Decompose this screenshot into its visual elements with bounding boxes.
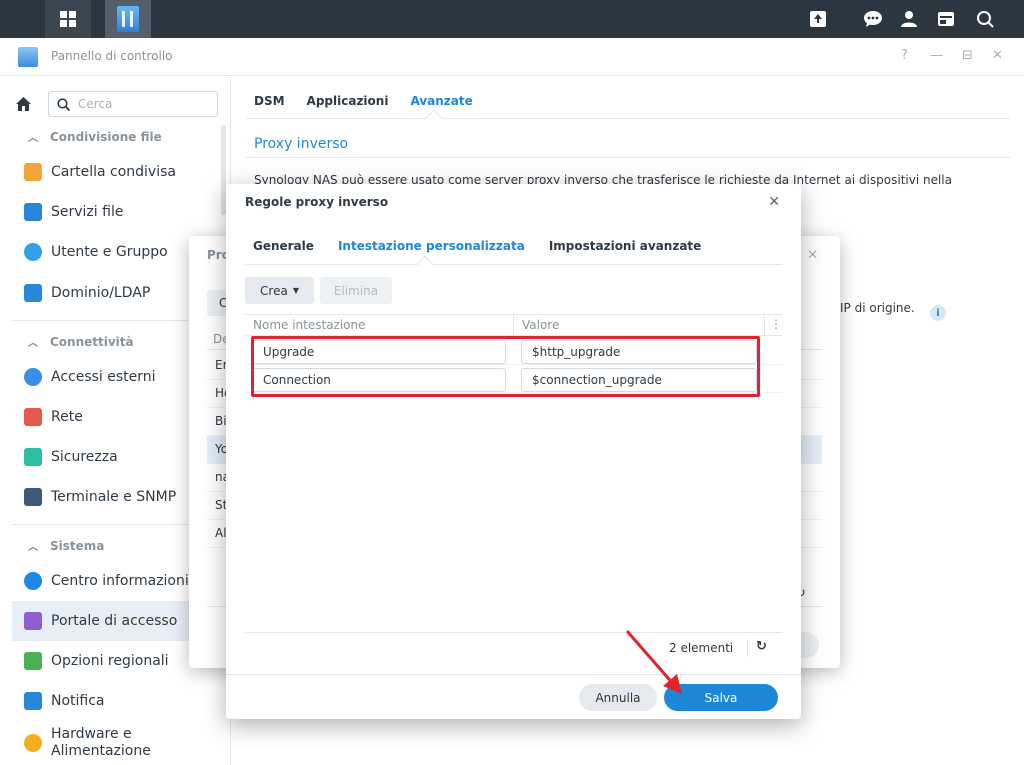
- section-condivisione-file[interactable]: ︿ Condivisione file: [28, 129, 162, 145]
- regional-options-icon: [24, 652, 42, 670]
- search-placeholder: Cerca: [78, 97, 113, 111]
- sidebar-item-rete[interactable]: Rete: [12, 397, 218, 437]
- tabs-divider: [245, 264, 782, 265]
- domain-icon: [24, 284, 42, 302]
- section-connettivita[interactable]: ︿ Connettività: [28, 334, 134, 350]
- tab-avanzate[interactable]: Avanzate: [410, 94, 472, 108]
- help-button[interactable]: ?: [901, 48, 908, 63]
- tabs-divider: [246, 118, 1010, 119]
- sidebar-divider: [12, 320, 218, 321]
- minimize-button[interactable]: —: [930, 48, 943, 63]
- close-icon[interactable]: ✕: [807, 248, 818, 263]
- sidebar-item-portale-accesso[interactable]: Portale di accesso: [12, 601, 218, 641]
- tab-impostazioni-avanzate[interactable]: Impostazioni avanzate: [549, 239, 701, 253]
- tab-dsm[interactable]: DSM: [254, 94, 285, 108]
- create-label: Crea: [260, 283, 288, 298]
- chat-button[interactable]: [856, 0, 890, 38]
- main-tabs: DSM Applicazioni Avanzate: [254, 94, 473, 108]
- sidebar-item-sicurezza[interactable]: Sicurezza: [12, 437, 218, 477]
- file-services-icon: [24, 203, 42, 221]
- widgets-icon: [938, 12, 954, 26]
- highlight-annotation-box: [251, 336, 760, 397]
- sidebar-item-notifica[interactable]: Notifica: [12, 681, 218, 721]
- restore-button[interactable]: ⊟: [962, 48, 973, 63]
- sidebar-item-terminale-snmp[interactable]: Terminale e SNMP: [12, 477, 218, 517]
- window-header: Pannello di controllo ? — ⊟ ✕: [0, 38, 1024, 76]
- column-header-value[interactable]: Valore: [522, 318, 559, 332]
- search-input[interactable]: Cerca: [48, 91, 218, 117]
- close-window-button[interactable]: ✕: [992, 48, 1003, 63]
- taskbar: [0, 0, 1024, 38]
- external-access-icon: [24, 368, 42, 386]
- search-icon: [57, 97, 70, 111]
- active-tab-indicator: [416, 255, 434, 273]
- user-icon: [901, 11, 917, 27]
- info-center-icon: [24, 572, 42, 590]
- chevron-up-icon: ︿: [28, 133, 38, 144]
- sidebar-item-centro-informazioni[interactable]: Centro informazioni: [12, 561, 218, 601]
- network-icon: [24, 408, 42, 426]
- delete-button[interactable]: Elimina: [320, 277, 392, 304]
- annotation-arrow-icon: [625, 630, 682, 694]
- control-panel-app-icon: [117, 6, 139, 32]
- widgets-button[interactable]: [929, 0, 963, 38]
- home-button[interactable]: [12, 93, 34, 115]
- reverse-proxy-rules-dialog: Regole proxy inverso ✕ Generale Intestaz…: [226, 184, 801, 719]
- terminal-icon: [24, 488, 42, 506]
- column-separator[interactable]: [764, 315, 765, 336]
- section-sistema[interactable]: ︿ Sistema: [28, 538, 104, 554]
- dialog-title: Regole proxy inverso: [245, 195, 389, 209]
- hardware-power-icon: [24, 734, 42, 752]
- search-icon: [977, 11, 994, 28]
- column-header-name[interactable]: Nome intestazione: [253, 318, 366, 332]
- control-panel-taskbar-button[interactable]: [105, 0, 151, 38]
- login-portal-icon: [24, 612, 42, 630]
- grid-footer-divider: [245, 632, 782, 633]
- sidebar-item-servizi-file[interactable]: Servizi file: [12, 192, 218, 232]
- search-button[interactable]: [968, 0, 1002, 38]
- chevron-up-icon: ︿: [28, 542, 38, 553]
- upload-icon: [810, 11, 826, 27]
- grid-header: Nome intestazione Valore ⋮: [245, 314, 782, 336]
- ip-origin-text: IP di origine.: [840, 301, 915, 315]
- section-divider: [246, 157, 1010, 158]
- sidebar-item-hardware-alimentazione[interactable]: Hardware e Alimentazione: [12, 721, 218, 765]
- footer-separator: [747, 639, 748, 657]
- info-icon[interactable]: i: [930, 305, 946, 321]
- sidebar-item-utente-gruppo[interactable]: Utente e Gruppo: [12, 232, 218, 272]
- upload-button[interactable]: [801, 0, 835, 38]
- active-tab-indicator: [425, 109, 443, 127]
- folder-icon: [24, 163, 42, 181]
- shield-icon: [24, 448, 42, 466]
- column-separator[interactable]: [513, 315, 514, 336]
- sidebar-item-dominio-ldap[interactable]: Dominio/LDAP: [12, 273, 218, 313]
- chat-icon: [864, 11, 882, 27]
- refresh-icon[interactable]: ↻: [756, 639, 767, 654]
- users-icon: [24, 243, 42, 261]
- tab-applicazioni[interactable]: Applicazioni: [307, 94, 389, 108]
- notification-icon: [24, 692, 42, 710]
- caret-down-icon: ▼: [292, 286, 299, 295]
- window-title: Pannello di controllo: [51, 49, 173, 63]
- sidebar-item-opzioni-regionali[interactable]: Opzioni regionali: [12, 641, 218, 681]
- tab-intestazione-personalizzata[interactable]: Intestazione personalizzata: [338, 239, 525, 253]
- create-button[interactable]: Crea ▼: [245, 277, 314, 304]
- column-menu-icon[interactable]: ⋮: [770, 317, 782, 331]
- control-panel-logo-icon: [18, 47, 38, 67]
- section-title: Proxy inverso: [254, 136, 349, 152]
- close-icon[interactable]: ✕: [768, 194, 780, 210]
- user-button[interactable]: [892, 0, 926, 38]
- home-icon: [15, 97, 31, 111]
- sidebar-item-accessi-esterni[interactable]: Accessi esterni: [12, 357, 218, 397]
- dialog-tabs: Generale Intestazione personalizzata Imp…: [253, 239, 701, 253]
- sidebar-divider: [12, 524, 218, 525]
- apps-grid-icon: [60, 11, 76, 27]
- tab-generale[interactable]: Generale: [253, 239, 314, 253]
- dialog-footer-divider: [226, 674, 801, 675]
- chevron-up-icon: ︿: [28, 338, 38, 349]
- sidebar-item-cartella-condivisa[interactable]: Cartella condivisa: [12, 152, 218, 192]
- apps-grid-button[interactable]: [45, 0, 91, 38]
